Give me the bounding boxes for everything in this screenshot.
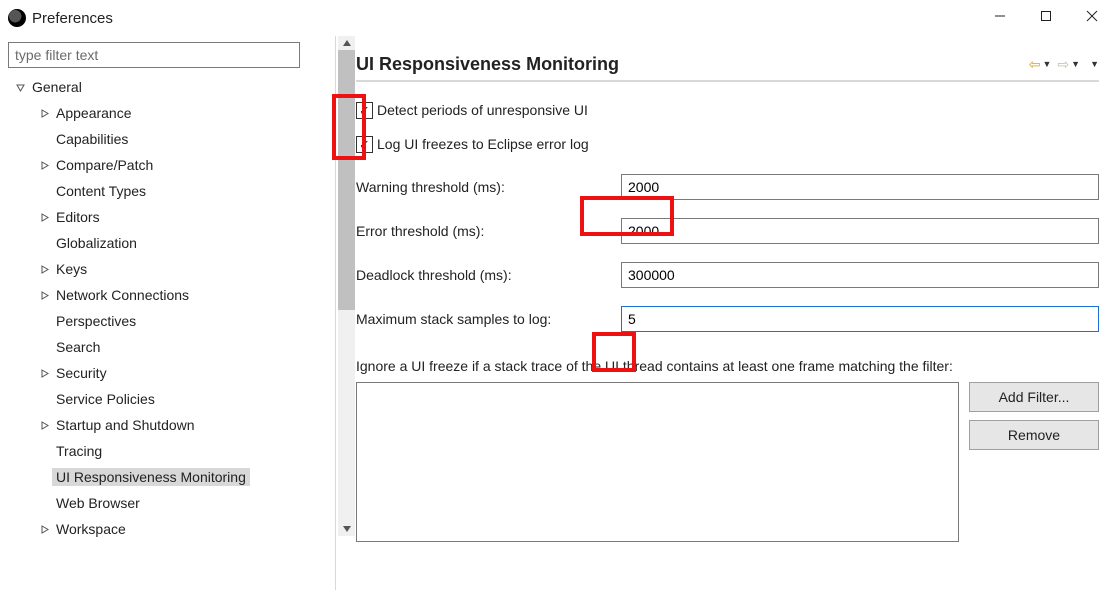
- tree-node-label: Appearance: [52, 104, 136, 122]
- tree-node-label: Perspectives: [52, 312, 140, 330]
- error-threshold-label: Error threshold (ms):: [356, 223, 621, 239]
- tree-node[interactable]: Tracing: [8, 438, 300, 464]
- chevron-right-icon[interactable]: [36, 265, 52, 274]
- chevron-right-icon[interactable]: [36, 421, 52, 430]
- warning-threshold-input[interactable]: [621, 174, 1099, 200]
- warning-threshold-label: Warning threshold (ms):: [356, 179, 621, 195]
- tree-node[interactable]: Appearance: [8, 100, 300, 126]
- tree-node-label: Capabilities: [52, 130, 132, 148]
- tree-node[interactable]: Search: [8, 334, 300, 360]
- chevron-right-icon[interactable]: [36, 369, 52, 378]
- close-button[interactable]: [1069, 0, 1115, 32]
- deadlock-threshold-label: Deadlock threshold (ms):: [356, 267, 621, 283]
- tree-node[interactable]: Editors: [8, 204, 300, 230]
- tree-node[interactable]: Globalization: [8, 230, 300, 256]
- chevron-right-icon[interactable]: [36, 161, 52, 170]
- tree-node-label: General: [28, 78, 86, 96]
- arrow-back-icon: ⇦: [1029, 57, 1041, 71]
- maxstack-input[interactable]: [621, 306, 1099, 332]
- titlebar: Preferences: [0, 0, 1115, 36]
- chevron-right-icon[interactable]: [36, 525, 52, 534]
- tree-node-label: Keys: [52, 260, 91, 278]
- maximize-button[interactable]: [1023, 0, 1069, 32]
- tree-node-label: Editors: [52, 208, 104, 226]
- tree-node[interactable]: Web Browser: [8, 490, 300, 516]
- nav-arrows: ⇦▼ ⇨▼ ▼: [1029, 57, 1099, 71]
- main-panel: UI Responsiveness Monitoring ⇦▼ ⇨▼ ▼ Det…: [336, 36, 1115, 590]
- tree-node-label: Globalization: [52, 234, 141, 252]
- tree-node[interactable]: General: [8, 74, 300, 100]
- tree-node-label: Network Connections: [52, 286, 193, 304]
- tree-node[interactable]: Compare/Patch: [8, 152, 300, 178]
- tree-node[interactable]: Capabilities: [8, 126, 300, 152]
- tree-node-label: Service Policies: [52, 390, 159, 408]
- remove-button[interactable]: Remove: [969, 420, 1099, 450]
- tree-node[interactable]: Network Connections: [8, 282, 300, 308]
- add-filter-button[interactable]: Add Filter...: [969, 382, 1099, 412]
- tree-node-label: Compare/Patch: [52, 156, 157, 174]
- minimize-button[interactable]: [977, 0, 1023, 32]
- filter-input[interactable]: [8, 42, 300, 68]
- filter-section-label: Ignore a UI freeze if a stack trace of t…: [356, 358, 1099, 374]
- tree-node-label: Tracing: [52, 442, 106, 460]
- maxstack-label: Maximum stack samples to log:: [356, 311, 621, 327]
- tree-node-label: Web Browser: [52, 494, 144, 512]
- log-label: Log UI freezes to Eclipse error log: [377, 136, 589, 152]
- tree-node-label: Startup and Shutdown: [52, 416, 199, 434]
- chevron-right-icon[interactable]: [36, 213, 52, 222]
- tree-node[interactable]: Startup and Shutdown: [8, 412, 300, 438]
- tree-node[interactable]: Security: [8, 360, 300, 386]
- filter-list[interactable]: [356, 382, 959, 542]
- tree-node[interactable]: Service Policies: [8, 386, 300, 412]
- tree-node[interactable]: Content Types: [8, 178, 300, 204]
- chevron-down-icon[interactable]: [12, 83, 28, 92]
- error-threshold-input[interactable]: [621, 218, 1099, 244]
- tree-node-label: UI Responsiveness Monitoring: [52, 468, 250, 486]
- chevron-right-icon[interactable]: [36, 291, 52, 300]
- tree-node-label: Security: [52, 364, 111, 382]
- window-title: Preferences: [32, 10, 113, 27]
- chevron-down-icon: ▼: [1071, 59, 1080, 69]
- chevron-right-icon[interactable]: [36, 109, 52, 118]
- preference-tree[interactable]: General Appearance Capabilities Compare/Pat…: [8, 74, 300, 542]
- tree-node-label: Content Types: [52, 182, 150, 200]
- chevron-down-icon[interactable]: ▼: [1090, 59, 1099, 69]
- arrow-forward-icon: ⇨: [1057, 57, 1069, 71]
- tree-node-label: Workspace: [52, 520, 130, 538]
- tree-node[interactable]: Keys: [8, 256, 300, 282]
- tree-node[interactable]: Workspace: [8, 516, 300, 542]
- chevron-down-icon: ▼: [1043, 59, 1052, 69]
- detect-checkbox[interactable]: [356, 102, 373, 119]
- detect-label: Detect periods of unresponsive UI: [377, 102, 588, 118]
- sidebar: General Appearance Capabilities Compare/Pat…: [0, 36, 335, 590]
- page-title: UI Responsiveness Monitoring: [356, 54, 619, 75]
- nav-back-button[interactable]: ⇦▼: [1029, 57, 1052, 71]
- tree-node[interactable]: UI Responsiveness Monitoring: [8, 464, 300, 490]
- nav-forward-button[interactable]: ⇨▼: [1057, 57, 1080, 71]
- log-checkbox[interactable]: [356, 136, 373, 153]
- tree-node-label: Search: [52, 338, 104, 356]
- deadlock-threshold-input[interactable]: [621, 262, 1099, 288]
- tree-node[interactable]: Perspectives: [8, 308, 300, 334]
- app-icon: [8, 9, 26, 27]
